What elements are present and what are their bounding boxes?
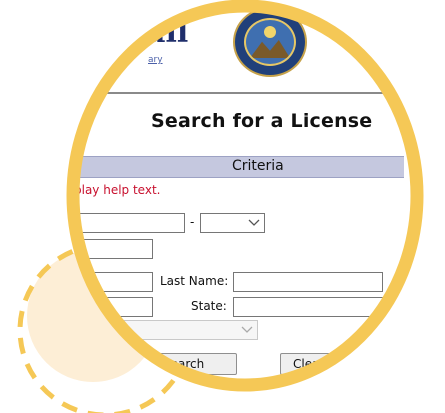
search-button[interactable]: Search — [150, 353, 237, 375]
last-name-input[interactable] — [233, 272, 383, 292]
lens-content: ail ary Search for a License Criteria pl… — [67, 0, 423, 391]
state-label: State: — [191, 299, 227, 313]
last-name-label: Last Name: — [160, 274, 229, 288]
business-name-input[interactable] — [67, 272, 153, 292]
chevron-down-icon — [248, 219, 260, 226]
license-number-input[interactable] — [67, 213, 185, 233]
magnifier-lens: ail ary Search for a License Criteria pl… — [67, 0, 423, 391]
separator-dash: - — [190, 215, 195, 229]
first-name-input[interactable] — [67, 239, 153, 259]
state-select[interactable] — [233, 297, 413, 317]
license-type-select[interactable] — [200, 213, 265, 233]
city-input[interactable] — [67, 297, 153, 317]
disabled-select — [67, 320, 258, 340]
header-link[interactable]: ary — [148, 55, 163, 65]
criteria-heading: Criteria — [232, 158, 284, 174]
header-divider — [78, 92, 398, 94]
seal-inner — [244, 18, 296, 66]
help-text-toggle[interactable]: play help text. — [74, 183, 160, 197]
page-title: Search for a License — [151, 110, 373, 132]
site-title-fragment: ail — [146, 15, 189, 50]
seal-mountain — [250, 40, 290, 58]
seal-sun — [264, 26, 276, 38]
chevron-down-icon — [396, 303, 408, 310]
chevron-down-icon — [241, 326, 253, 333]
clear-button[interactable]: Clear F — [280, 353, 380, 375]
nevada-state-seal-icon — [233, 7, 307, 77]
